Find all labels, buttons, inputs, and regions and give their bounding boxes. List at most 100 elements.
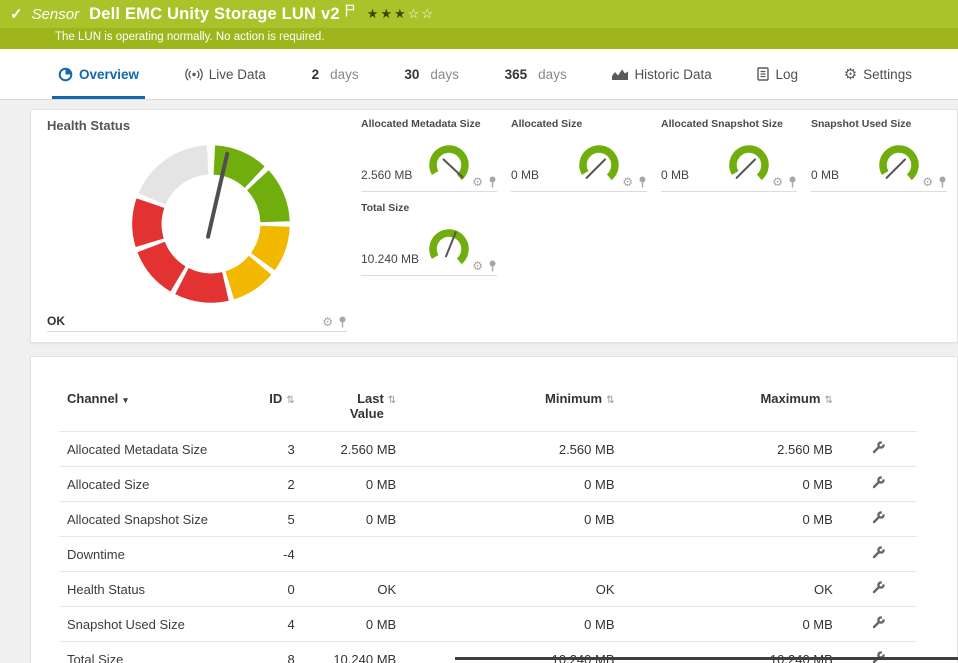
star-icon[interactable]: ★	[380, 6, 394, 21]
tab-historic-data[interactable]: Historic Data	[612, 49, 711, 99]
column-header-channel[interactable]: Channel▾	[59, 387, 232, 432]
sort-icon[interactable]: ⇅	[286, 395, 294, 406]
column-header-id[interactable]: ID ⇅	[232, 387, 303, 432]
content-area: Health Status	[0, 100, 958, 663]
column-header-actions	[841, 387, 917, 432]
gauge-footer-icons: ⚙	[322, 316, 347, 328]
star-icon[interactable]: ☆	[408, 6, 422, 21]
tab-overview[interactable]: Overview	[58, 49, 139, 99]
tab-log[interactable]: Log	[757, 49, 798, 99]
channel-row[interactable]: Snapshot Used Size 4 0 MB 0 MB 0 MB	[59, 607, 917, 642]
tab-label: days	[538, 67, 567, 82]
gauge-settings-gear-icon[interactable]: ⚙	[472, 176, 483, 188]
health-status-gauge[interactable]	[122, 135, 300, 313]
channel-settings-icon[interactable]	[872, 441, 885, 454]
channel-settings-icon[interactable]	[872, 546, 885, 559]
pin-icon[interactable]	[788, 176, 797, 188]
mini-gauge-body: 0 MB ⚙	[661, 135, 797, 192]
tab-label: Overview	[79, 67, 139, 82]
mini-gauge-label: Allocated Metadata Size	[361, 118, 497, 135]
channel-minimum	[404, 537, 622, 572]
tab-365-days[interactable]: 365 days	[505, 49, 567, 99]
flag-icon[interactable]	[345, 4, 355, 17]
column-header-last-value[interactable]: Last Value⇅	[303, 387, 405, 432]
channel-minimum: 0 MB	[404, 607, 622, 642]
channel-settings-icon[interactable]	[872, 476, 885, 489]
channel-row[interactable]: Allocated Snapshot Size 5 0 MB 0 MB 0 MB	[59, 502, 917, 537]
gauge-settings-gear-icon[interactable]: ⚙	[322, 316, 333, 328]
mini-gauge-allocated-metadata-size: Allocated Metadata Size 2.560 MB ⚙	[361, 118, 497, 192]
channel-row[interactable]: Allocated Size 2 0 MB 0 MB 0 MB	[59, 467, 917, 502]
channel-settings-icon[interactable]	[872, 511, 885, 524]
pin-icon[interactable]	[638, 176, 647, 188]
star-icon[interactable]: ★	[367, 6, 381, 21]
mini-gauge-value: 2.560 MB	[361, 168, 412, 182]
mini-gauge-icons: ⚙	[622, 176, 647, 188]
historic-chart-icon	[612, 68, 628, 80]
mini-gauge-total-size: Total Size 10.240 MB ⚙	[361, 202, 497, 276]
gauge-settings-gear-icon[interactable]: ⚙	[472, 260, 483, 272]
gauge-settings-gear-icon[interactable]: ⚙	[922, 176, 933, 188]
channels-table: Channel▾ ID ⇅ Last Value⇅ Minimum ⇅ Maximu…	[59, 387, 917, 663]
pin-icon[interactable]	[938, 176, 947, 188]
mini-gauge-dial[interactable]	[425, 141, 473, 189]
sort-icon[interactable]: ⇅	[606, 395, 614, 406]
column-label: Minimum	[545, 391, 602, 406]
channel-name: Downtime	[59, 537, 232, 572]
health-gauge-footer: OK ⚙	[47, 314, 347, 332]
channel-row[interactable]: Health Status 0 OK OK OK	[59, 572, 917, 607]
tab-label: days	[330, 67, 359, 82]
settings-gear-icon: ⚙	[844, 67, 857, 82]
sort-desc-icon[interactable]: ▾	[123, 395, 128, 405]
pin-icon[interactable]	[338, 316, 347, 328]
channel-last-value: 0 MB	[303, 607, 405, 642]
mini-gauge-label: Allocated Snapshot Size	[661, 118, 797, 135]
mini-gauge-value: 0 MB	[661, 168, 689, 182]
mini-gauge-dial[interactable]	[725, 141, 773, 189]
channel-maximum: 0 MB	[623, 502, 841, 537]
channel-id: 0	[232, 572, 303, 607]
column-label: ID	[269, 391, 282, 406]
tab-settings[interactable]: ⚙ Settings	[844, 49, 912, 99]
mini-gauge-dial[interactable]	[425, 225, 473, 273]
channel-id: -4	[232, 537, 303, 572]
mini-gauge-body: 0 MB ⚙	[511, 135, 647, 192]
sensor-header-top: ✓ Sensor Dell EMC Unity Storage LUN v2 ★…	[0, 0, 958, 28]
channel-last-value: 0 MB	[303, 467, 405, 502]
live-data-signal-icon	[185, 68, 203, 81]
tab-30-days[interactable]: 30days	[404, 49, 459, 99]
channel-settings-icon[interactable]	[872, 616, 885, 629]
mini-gauge-dial[interactable]	[875, 141, 923, 189]
mini-gauge-icons: ⚙	[472, 260, 497, 272]
channel-last-value: 2.560 MB	[303, 432, 405, 467]
sort-icon[interactable]: ⇅	[388, 395, 396, 406]
mini-gauge-label: Total Size	[361, 202, 497, 219]
channel-row[interactable]: Allocated Metadata Size 3 2.560 MB 2.560…	[59, 432, 917, 467]
column-header-minimum[interactable]: Minimum ⇅	[404, 387, 622, 432]
column-label: Maximum	[760, 391, 820, 406]
channel-name: Snapshot Used Size	[59, 607, 232, 642]
tab-bar: Overview Live Data 2days 30days 365days …	[0, 49, 958, 100]
tab-label: Log	[775, 67, 798, 82]
channel-settings-icon[interactable]	[872, 581, 885, 594]
health-gauge-block: Health Status	[47, 118, 347, 332]
tab-2-days[interactable]: 2days	[312, 49, 359, 99]
tab-live-data[interactable]: Live Data	[185, 49, 266, 99]
channel-row[interactable]: Downtime -4	[59, 537, 917, 572]
tab-label: Historic Data	[634, 67, 711, 82]
pin-icon[interactable]	[488, 260, 497, 272]
channel-maximum: 2.560 MB	[623, 432, 841, 467]
column-header-maximum[interactable]: Maximum ⇅	[623, 387, 841, 432]
tab-day-number: 365	[505, 67, 528, 82]
star-icon[interactable]: ☆	[421, 6, 435, 21]
channel-last-value	[303, 537, 405, 572]
gauges-panel: Health Status	[30, 109, 958, 343]
pin-icon[interactable]	[488, 176, 497, 188]
mini-gauge-dial[interactable]	[575, 141, 623, 189]
gauge-settings-gear-icon[interactable]: ⚙	[772, 176, 783, 188]
sort-icon[interactable]: ⇅	[824, 395, 832, 406]
gauge-settings-gear-icon[interactable]: ⚙	[622, 176, 633, 188]
mini-gauge-snapshot-used-size: Snapshot Used Size 0 MB ⚙	[811, 118, 947, 192]
priority-stars[interactable]: ★★★☆☆	[367, 6, 435, 22]
star-icon[interactable]: ★	[394, 6, 408, 21]
